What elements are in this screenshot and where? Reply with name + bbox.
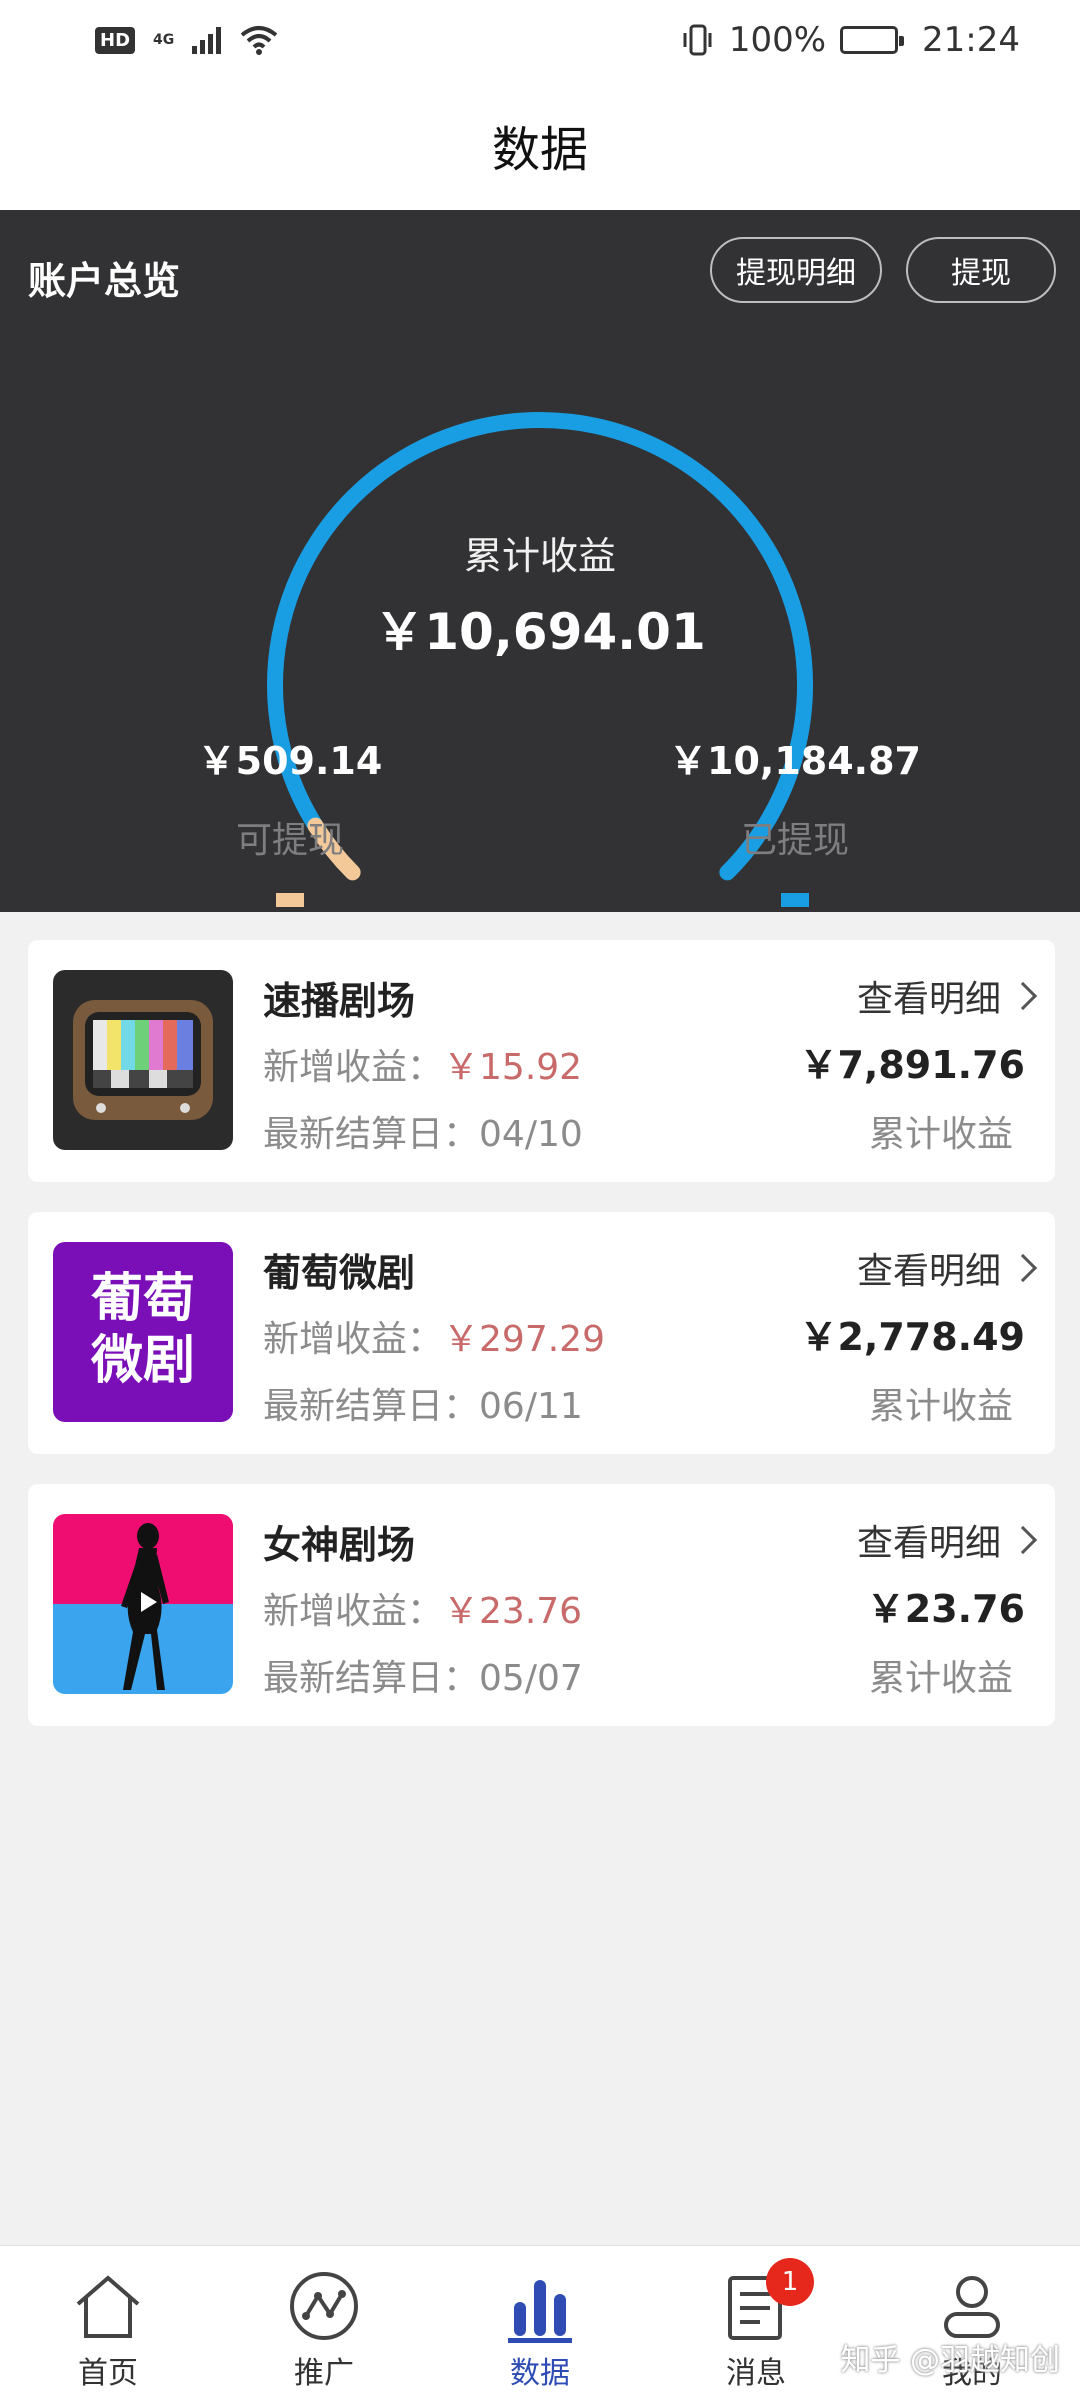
settlement-label: 最新结算日：	[263, 1114, 480, 1155]
drama-name: 女神剧场	[263, 1523, 416, 1567]
retro-tv-icon	[53, 970, 233, 1150]
withdrawable-amount: ￥509.14	[197, 739, 383, 783]
page-title: 数据	[491, 122, 588, 178]
list-item[interactable]: 速播剧场 新增收益：￥15.92 最新结算日：04/10 查看明细 ￥7,891…	[28, 940, 1055, 1182]
withdrawable-legend-swatch	[276, 893, 304, 907]
withdrawn-block: ￥10,184.87 已提现	[645, 730, 945, 907]
settlement-date-value: 06/11	[479, 1386, 583, 1427]
withdrawable-label: 可提现	[235, 820, 344, 861]
account-overview-panel: 账户总览 提现明细 提现 累计收益 ￥10,694.01 ￥509.14 可提现…	[0, 210, 1080, 912]
withdrawn-legend-swatch	[781, 893, 809, 907]
tab-label: 数据	[510, 2356, 570, 2391]
withdraw-button[interactable]: 提现	[906, 237, 1056, 303]
tab-label: 首页	[78, 2356, 138, 2391]
total-earnings-value: ￥10,694.01	[374, 603, 706, 661]
total-earnings-label: 累计收益	[463, 534, 616, 578]
drama-name: 葡萄微剧	[263, 1251, 416, 1295]
new-earnings-label: 新增收益：	[263, 1591, 444, 1632]
new-earnings: 新增收益：￥15.92	[263, 1038, 582, 1090]
view-detail-label: 查看明细	[856, 1251, 1001, 1292]
settlement-label: 最新结算日：	[263, 1658, 480, 1699]
drama-earnings-list: 速播剧场 新增收益：￥15.92 最新结算日：04/10 查看明细 ￥7,891…	[28, 940, 1055, 1756]
grape-drama-logo: 葡萄 微剧	[53, 1242, 233, 1422]
new-earnings-value: ￥297.29	[443, 1319, 605, 1360]
tab-data[interactable]: 数据	[432, 2246, 648, 2400]
settlement-date: 最新结算日：06/11	[263, 1377, 583, 1429]
clock: 21:24	[922, 20, 1020, 60]
bar-chart-icon	[508, 2280, 572, 2343]
promote-icon	[290, 2272, 358, 2340]
settlement-date-value: 04/10	[479, 1114, 583, 1155]
home-icon	[76, 2275, 140, 2338]
new-earnings: 新增收益：￥297.29	[263, 1310, 605, 1362]
battery-percent: 100%	[728, 20, 827, 60]
logo-text-line2: 微剧	[90, 1331, 195, 1391]
overview-title: 账户总览	[28, 259, 181, 303]
vibrate-icon	[683, 24, 712, 56]
cumulative-earnings-value: ￥7,891.76	[799, 1043, 1025, 1087]
title-bar: 数据	[0, 80, 1080, 210]
profile-icon	[944, 2276, 1000, 2338]
settlement-label: 最新结算日：	[263, 1386, 480, 1427]
new-earnings-label: 新增收益：	[263, 1319, 444, 1360]
status-bar: HD 4G 100% 21:24	[0, 0, 1080, 80]
tab-messages[interactable]: 1 消息	[648, 2246, 864, 2400]
cumulative-earnings-label: 累计收益	[868, 1386, 1013, 1427]
cumulative-earnings-value: ￥23.76	[866, 1587, 1025, 1631]
view-detail-link[interactable]: 查看明细	[856, 1242, 1038, 1294]
view-detail-label: 查看明细	[856, 1523, 1001, 1564]
silhouette-play-icon	[53, 1514, 233, 1694]
chevron-right-icon	[1008, 1525, 1038, 1555]
tab-label: 消息	[726, 2356, 786, 2391]
withdrawn-amount: ￥10,184.87	[669, 739, 921, 783]
view-detail-label: 查看明细	[856, 979, 1001, 1020]
new-earnings: 新增收益：￥23.76	[263, 1582, 582, 1634]
withdrawable-block: ￥509.14 可提现	[140, 730, 440, 907]
signal-icon	[192, 26, 222, 54]
cumulative-earnings-value: ￥2,778.49	[799, 1315, 1025, 1359]
tab-label: 推广	[294, 2356, 354, 2391]
hd-indicator: HD	[95, 26, 136, 54]
new-earnings-label: 新增收益：	[263, 1047, 444, 1088]
settlement-date: 最新结算日：04/10	[263, 1105, 583, 1157]
chevron-right-icon	[1008, 1253, 1038, 1283]
watermark: 知乎 @羽越知创	[840, 2343, 1060, 2378]
new-earnings-value: ￥15.92	[443, 1047, 583, 1088]
tab-promote[interactable]: 推广	[216, 2246, 432, 2400]
new-earnings-value: ￥23.76	[443, 1591, 583, 1632]
chevron-right-icon	[1008, 981, 1038, 1011]
settlement-date: 最新结算日：05/07	[263, 1649, 583, 1701]
withdrawn-label: 已提现	[740, 820, 849, 861]
wifi-icon	[240, 26, 278, 55]
unread-badge: 1	[766, 2258, 814, 2306]
cumulative-earnings-label: 累计收益	[868, 1114, 1013, 1155]
logo-text-line1: 葡萄	[90, 1269, 195, 1329]
tab-home[interactable]: 首页	[0, 2246, 216, 2400]
list-item[interactable]: 女神剧场 新增收益：￥23.76 最新结算日：05/07 查看明细 ￥23.76…	[28, 1484, 1055, 1726]
withdraw-detail-button[interactable]: 提现明细	[710, 237, 882, 303]
view-detail-link[interactable]: 查看明细	[856, 970, 1038, 1022]
network-type: 4G	[153, 32, 175, 48]
view-detail-link[interactable]: 查看明细	[856, 1514, 1038, 1566]
cumulative-earnings-label: 累计收益	[868, 1658, 1013, 1699]
list-item[interactable]: 葡萄 微剧 葡萄微剧 新增收益：￥297.29 最新结算日：06/11 查看明细…	[28, 1212, 1055, 1454]
drama-name: 速播剧场	[263, 979, 416, 1023]
settlement-date-value: 05/07	[479, 1658, 583, 1699]
battery-icon	[840, 26, 905, 54]
